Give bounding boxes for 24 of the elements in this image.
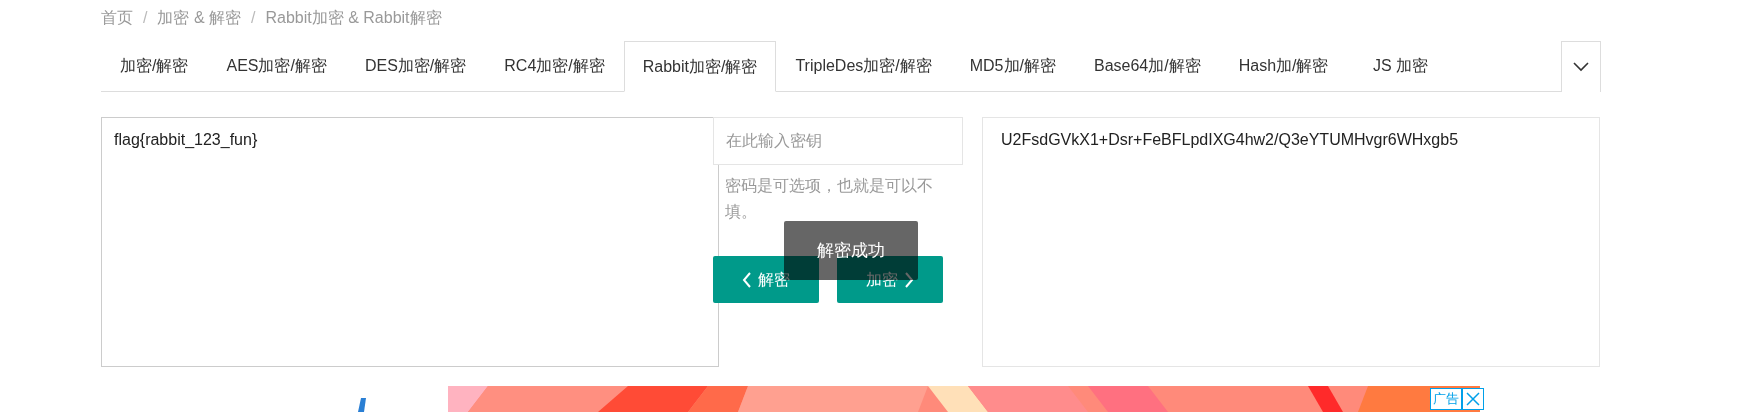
key-hint-text: 密码是可选项，也就是可以不填。 <box>724 176 934 222</box>
input-textarea[interactable]: flag{rabbit_123_fun} <box>101 117 719 367</box>
tab[interactable]: DES加密/解密 <box>345 40 486 91</box>
tab[interactable]: AES加密/解密 <box>207 40 346 91</box>
close-button[interactable] <box>1462 388 1484 410</box>
tab[interactable]: JS 加密 <box>1347 40 1454 91</box>
tab[interactable]: Hash加/解密 <box>1219 40 1348 91</box>
tab[interactable]: TripleDes加密/解密 <box>776 40 951 91</box>
tab[interactable]: 加密/解密 <box>101 40 208 91</box>
tab[interactable]: Base64加/解密 <box>1074 40 1220 91</box>
breadcrumb-separator: / <box>251 8 256 28</box>
close-icon <box>1466 392 1480 406</box>
dropdown-button[interactable] <box>1561 41 1601 92</box>
tab[interactable]: Rabbit加密/解密 <box>623 41 777 92</box>
partial-logo-icon <box>358 398 366 412</box>
breadcrumb-separator: / <box>143 8 148 28</box>
output-textarea[interactable]: U2FsdGVkX1+Dsr+FeBFLpdIXG4hw2/Q3eYTUMHvgr6WHxgb5 <box>982 117 1600 367</box>
key-input-field[interactable]: 在此输入密钥 <box>713 117 963 165</box>
chevron-left-icon <box>742 271 752 288</box>
tab[interactable]: RC4加密/解密 <box>485 40 624 91</box>
chevron-down-icon <box>1573 62 1589 72</box>
tab[interactable]: MD5加/解密 <box>950 40 1075 91</box>
ad-label: 广告 <box>1430 388 1462 410</box>
chevron-right-icon <box>904 271 914 288</box>
